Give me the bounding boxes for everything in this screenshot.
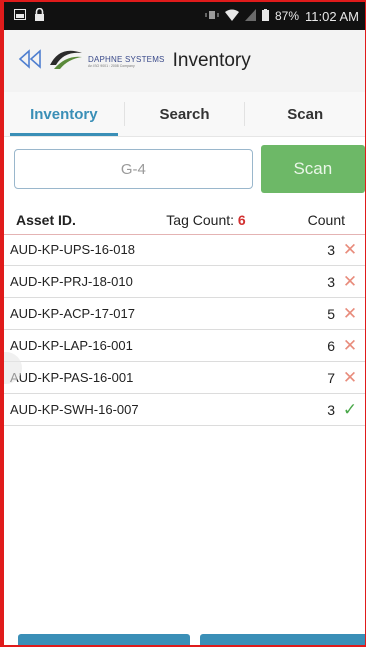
vibrate-icon xyxy=(205,9,219,23)
tag-count-label: Tag Count: xyxy=(166,212,238,228)
search-row: Scan xyxy=(4,144,365,194)
table-row[interactable]: AUD-KP-PAS-16-001 7 ✕ xyxy=(4,362,365,394)
mismatch-x-icon: ✕ xyxy=(342,303,358,323)
lock-icon xyxy=(34,7,45,24)
asset-id: AUD-KP-ACP-17-017 xyxy=(10,306,135,321)
asset-id: AUD-KP-LAP-16-001 xyxy=(10,338,133,353)
location-input[interactable] xyxy=(14,149,253,189)
tab-scan[interactable]: Scan xyxy=(245,92,365,136)
asset-count: 3 xyxy=(327,401,335,418)
column-header-asset-id: Asset ID. xyxy=(16,212,76,228)
table-row[interactable]: AUD-KP-LAP-16-001 6 ✕ xyxy=(4,330,365,362)
logo-tagline: An ISO 9001 : 2008 Company xyxy=(88,63,135,68)
asset-count: 7 xyxy=(327,369,335,386)
table-header: Asset ID. Tag Count: 6 Count xyxy=(4,206,365,235)
table-row[interactable]: AUD-KP-PRJ-18-010 3 ✕ xyxy=(4,266,365,298)
asset-count: 3 xyxy=(327,273,335,290)
asset-id: AUD-KP-PRJ-18-010 xyxy=(10,274,133,289)
asset-id: AUD-KP-UPS-16-018 xyxy=(10,242,135,257)
page-title: Inventory xyxy=(172,50,251,71)
company-logo: DAPHNE SYSTEMS An ISO 9001 : 2008 Compan… xyxy=(48,47,165,76)
tag-count-value: 6 xyxy=(237,212,246,228)
bottom-action-bar xyxy=(4,634,365,645)
image-notification-icon xyxy=(14,9,26,23)
bottom-right-button[interactable] xyxy=(200,634,365,645)
tab-inventory[interactable]: Inventory xyxy=(4,92,124,136)
clock: 11:02 AM xyxy=(305,8,359,24)
mismatch-x-icon: ✕ xyxy=(342,335,358,355)
rewind-back-icon xyxy=(17,48,43,74)
tag-count-header: Tag Count: 6 xyxy=(136,212,276,228)
logo-name: DAPHNE SYSTEMS xyxy=(88,54,165,64)
swoosh-logo-icon xyxy=(48,47,84,76)
asset-count: 3 xyxy=(327,241,335,258)
asset-id: AUD-KP-SWH-16-007 xyxy=(10,402,139,417)
mismatch-x-icon: ✕ xyxy=(342,367,358,387)
wifi-icon xyxy=(225,9,239,24)
table-row[interactable]: AUD-KP-ACP-17-017 5 ✕ xyxy=(4,298,365,330)
app-bar: DAPHNE SYSTEMS An ISO 9001 : 2008 Compan… xyxy=(4,30,365,92)
status-bar: 87% 11:02 AM xyxy=(4,2,365,30)
asset-id: AUD-KP-PAS-16-001 xyxy=(10,370,134,385)
asset-count: 5 xyxy=(327,305,335,322)
tab-bar: Inventory Search Scan xyxy=(4,92,365,137)
asset-list: AUD-KP-UPS-16-018 3 ✕ AUD-KP-PRJ-18-010 … xyxy=(4,234,365,426)
asset-count: 6 xyxy=(327,337,335,354)
table-row[interactable]: AUD-KP-SWH-16-007 3 ✓ xyxy=(4,394,365,426)
back-button[interactable] xyxy=(16,47,44,75)
device-screen: 87% 11:02 AM DAPHNE SYSTEMS An ISO 9001 … xyxy=(0,0,366,647)
mismatch-x-icon: ✕ xyxy=(342,271,358,291)
battery-icon xyxy=(262,8,269,24)
bottom-left-button[interactable] xyxy=(18,634,190,645)
table-row[interactable]: AUD-KP-UPS-16-018 3 ✕ xyxy=(4,234,365,266)
scan-button[interactable]: Scan xyxy=(260,145,365,193)
battery-percent: 87% xyxy=(275,9,300,23)
column-header-count: Count xyxy=(307,212,345,228)
match-check-icon: ✓ xyxy=(342,399,358,419)
tab-search[interactable]: Search xyxy=(125,92,245,136)
mismatch-x-icon: ✕ xyxy=(342,239,358,259)
signal-icon xyxy=(245,8,256,24)
